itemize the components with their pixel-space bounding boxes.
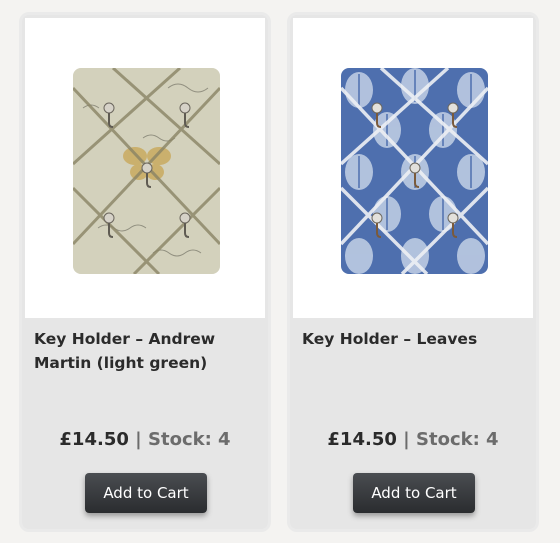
product-grid: Key Holder – Andrew Martin (light green)… (0, 0, 560, 543)
key-holder-leaves-image (341, 68, 488, 274)
product-image-area[interactable] (293, 18, 533, 318)
product-card: Key Holder – Leaves £14.50 | Stock: 4 Ad… (287, 12, 539, 532)
stock-count: Stock: 4 (148, 429, 231, 450)
add-to-cart-button[interactable]: Add to Cart (353, 473, 475, 513)
price-stock-line: £14.50 | Stock: 4 (22, 429, 268, 450)
key-holder-andrew-martin-image (73, 68, 220, 274)
product-price: £14.50 (59, 429, 129, 450)
product-title[interactable]: Key Holder – Andrew Martin (light green) (34, 327, 259, 375)
product-title[interactable]: Key Holder – Leaves (302, 327, 527, 351)
product-card: Key Holder – Andrew Martin (light green)… (19, 12, 271, 532)
product-image-area[interactable] (25, 18, 265, 318)
product-price: £14.50 (327, 429, 397, 450)
price-stock-line: £14.50 | Stock: 4 (290, 429, 536, 450)
stock-count: Stock: 4 (416, 429, 499, 450)
price-separator: | (135, 429, 142, 450)
add-to-cart-button[interactable]: Add to Cart (85, 473, 207, 513)
price-separator: | (403, 429, 410, 450)
